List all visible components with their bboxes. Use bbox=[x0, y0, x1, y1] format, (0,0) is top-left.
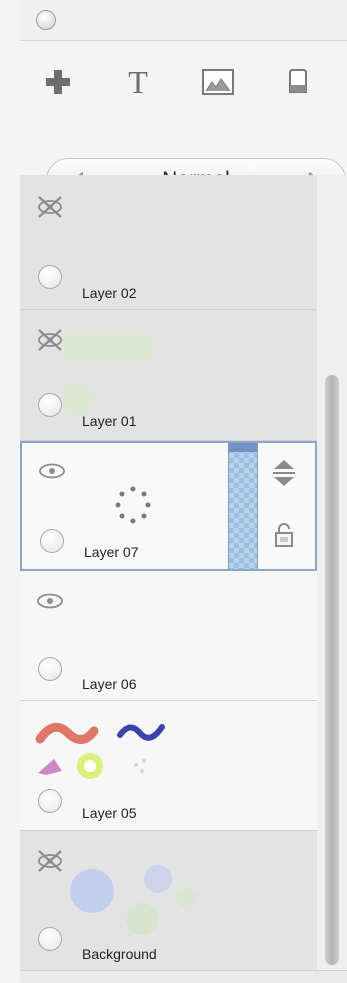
layer-name: Background bbox=[82, 946, 157, 962]
visibility-toggle[interactable] bbox=[34, 193, 66, 221]
layer-row-background[interactable]: Background bbox=[20, 831, 317, 970]
text-layer-icon: T bbox=[128, 65, 148, 99]
eye-icon bbox=[37, 593, 63, 609]
layer-select-radio[interactable] bbox=[38, 657, 62, 681]
image-layer-button[interactable] bbox=[198, 62, 238, 102]
layer-select-radio[interactable] bbox=[38, 789, 62, 813]
layer-name: Layer 07 bbox=[84, 544, 139, 560]
opacity-handle-grip[interactable] bbox=[229, 443, 257, 452]
add-layer-button[interactable] bbox=[38, 62, 78, 102]
eye-icon bbox=[39, 463, 65, 479]
layer-row-layer-07[interactable]: Layer 07 bbox=[20, 441, 317, 571]
image-layer-icon bbox=[202, 69, 234, 95]
visibility-toggle[interactable] bbox=[34, 847, 66, 875]
eraser-icon bbox=[289, 69, 307, 93]
layers-list: Layer 02 Layer 01 Layer 07 Layer 06 Laye… bbox=[20, 175, 317, 970]
text-layer-button[interactable]: T bbox=[118, 62, 158, 102]
layer-select-radio[interactable] bbox=[38, 927, 62, 951]
eye-hidden-icon bbox=[38, 850, 62, 872]
svg-text:T: T bbox=[128, 65, 148, 99]
layers-scrollbar[interactable] bbox=[317, 175, 347, 970]
panel-bottom-bar bbox=[20, 970, 347, 983]
layer-name: Layer 02 bbox=[82, 285, 137, 301]
eye-hidden-icon bbox=[38, 329, 62, 351]
visibility-toggle[interactable] bbox=[36, 457, 68, 485]
layer-toolbar: T Normal bbox=[20, 42, 347, 202]
scrollbar-thumb[interactable] bbox=[325, 375, 339, 965]
layer-thumbnail bbox=[70, 865, 196, 935]
layer-row-layer-02[interactable]: Layer 02 bbox=[20, 175, 317, 310]
layer-thumbnail bbox=[35, 722, 165, 779]
add-layer-icon bbox=[46, 70, 70, 94]
visibility-toggle[interactable] bbox=[34, 326, 66, 354]
unlock-icon bbox=[275, 523, 293, 547]
eye-hidden-icon bbox=[38, 196, 62, 218]
eraser-button[interactable] bbox=[278, 62, 318, 102]
layer-row-layer-01[interactable]: Layer 01 bbox=[20, 310, 317, 441]
panel-menu-button[interactable] bbox=[36, 10, 56, 30]
layer-thumbnail bbox=[115, 486, 151, 524]
layer-select-radio[interactable] bbox=[38, 393, 62, 417]
layer-name: Layer 01 bbox=[82, 413, 137, 429]
layer-row-layer-05[interactable]: Layer 05 bbox=[20, 701, 317, 831]
layer-row-layer-06[interactable]: Layer 06 bbox=[20, 571, 317, 701]
layer-name: Layer 06 bbox=[82, 676, 137, 692]
reorder-handle[interactable] bbox=[266, 455, 302, 491]
panel-top-bar bbox=[20, 0, 347, 41]
layer-thumbnail-blob bbox=[60, 382, 94, 416]
layer-thumbnail bbox=[60, 332, 152, 362]
visibility-toggle[interactable] bbox=[34, 587, 66, 615]
reorder-icon bbox=[273, 460, 295, 486]
layer-select-radio[interactable] bbox=[38, 265, 62, 289]
opacity-handle[interactable] bbox=[228, 443, 258, 569]
layer-name: Layer 05 bbox=[82, 805, 137, 821]
layer-select-radio[interactable] bbox=[40, 529, 64, 553]
lock-toggle[interactable] bbox=[268, 519, 300, 551]
